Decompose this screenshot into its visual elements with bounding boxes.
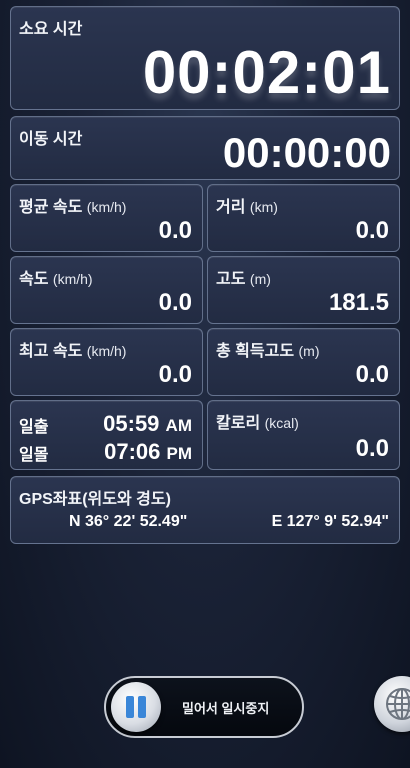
sunrise-ampm: AM [165, 416, 192, 435]
pause-slider-knob[interactable] [111, 682, 161, 732]
pause-slider-label: 밀어서 일시중지 [182, 701, 270, 716]
moving-time-label: 이동 시간 [19, 131, 83, 148]
elevation-gain-unit: (m) [298, 343, 320, 359]
elevation-gain-label: 총 획득고도 (m) [216, 337, 320, 361]
sunset-time: 07:06 [104, 439, 161, 464]
altitude-label-text: 고도 [216, 271, 246, 288]
elapsed-time-value: 00:02:01 [142, 39, 391, 106]
altitude-unit: (m) [249, 271, 271, 287]
globe-icon [386, 688, 410, 720]
pause-icon [126, 696, 146, 718]
distance-label: 거리 (km) [216, 193, 278, 217]
sunset-value: 07:06 PM [104, 439, 192, 465]
avg-speed-value: 0.0 [158, 217, 192, 244]
speed-label-text: 속도 [19, 271, 49, 288]
gps-label: GPS좌표(위도와 경도) [19, 491, 171, 508]
sunset-label: 일몰 [19, 447, 49, 464]
speed-panel: 속도 (km/h) 0.0 [10, 256, 203, 324]
max-speed-label: 최고 속도 (km/h) [19, 337, 126, 361]
sun-times-panel: 일출 05:59 AM 일몰 07:06 PM [10, 400, 203, 470]
distance-panel: 거리 (km) 0.0 [207, 184, 400, 252]
altitude-label: 고도 (m) [216, 265, 271, 289]
calories-panel: 칼로리 (kcal) 0.0 [207, 400, 400, 470]
moving-time-panel: 이동 시간 00:00:00 [10, 116, 400, 180]
altitude-value: 181.5 [328, 289, 389, 316]
gps-longitude: E 127° 9' 52.94" [271, 513, 389, 530]
sunrise-value: 05:59 AM [103, 411, 192, 437]
calories-label: 칼로리 (kcal) [216, 409, 299, 433]
speed-label: 속도 (km/h) [19, 265, 93, 289]
slide-to-pause-control[interactable]: 밀어서 일시중지 [104, 676, 304, 738]
max-speed-value: 0.0 [158, 361, 192, 388]
avg-speed-panel: 평균 속도 (km/h) 0.0 [10, 184, 203, 252]
calories-unit: (kcal) [264, 415, 299, 431]
calories-label-text: 칼로리 [216, 415, 261, 432]
moving-time-value: 00:00:00 [222, 129, 391, 176]
sunset-ampm: PM [166, 444, 193, 463]
avg-speed-label: 평균 속도 (km/h) [19, 193, 126, 217]
calories-value: 0.0 [355, 435, 389, 462]
gps-panel: GPS좌표(위도와 경도) N 36° 22' 52.49" E 127° 9'… [10, 476, 400, 544]
sunrise-time: 05:59 [103, 411, 160, 436]
avg-speed-unit: (km/h) [86, 199, 127, 215]
max-speed-unit: (km/h) [86, 343, 127, 359]
elevation-gain-label-text: 총 획득고도 [216, 343, 295, 360]
sunset-row: 일몰 07:06 PM [19, 439, 192, 465]
altitude-panel: 고도 (m) 181.5 [207, 256, 400, 324]
sunrise-label: 일출 [19, 419, 49, 436]
map-button[interactable] [374, 676, 410, 732]
distance-unit: (km) [249, 199, 278, 215]
elapsed-time-label: 소요 시간 [19, 21, 83, 38]
elevation-gain-panel: 총 획득고도 (m) 0.0 [207, 328, 400, 396]
max-speed-label-text: 최고 속도 [19, 343, 83, 360]
elapsed-time-panel: 소요 시간 00:02:01 [10, 6, 400, 110]
elevation-gain-value: 0.0 [355, 361, 389, 388]
speed-value: 0.0 [158, 289, 192, 316]
gps-latitude: N 36° 22' 52.49" [69, 513, 188, 530]
speed-unit: (km/h) [52, 271, 93, 287]
distance-label-text: 거리 [216, 199, 246, 216]
max-speed-panel: 최고 속도 (km/h) 0.0 [10, 328, 203, 396]
sunrise-row: 일출 05:59 AM [19, 411, 192, 437]
distance-value: 0.0 [355, 217, 389, 244]
avg-speed-label-text: 평균 속도 [19, 199, 83, 216]
